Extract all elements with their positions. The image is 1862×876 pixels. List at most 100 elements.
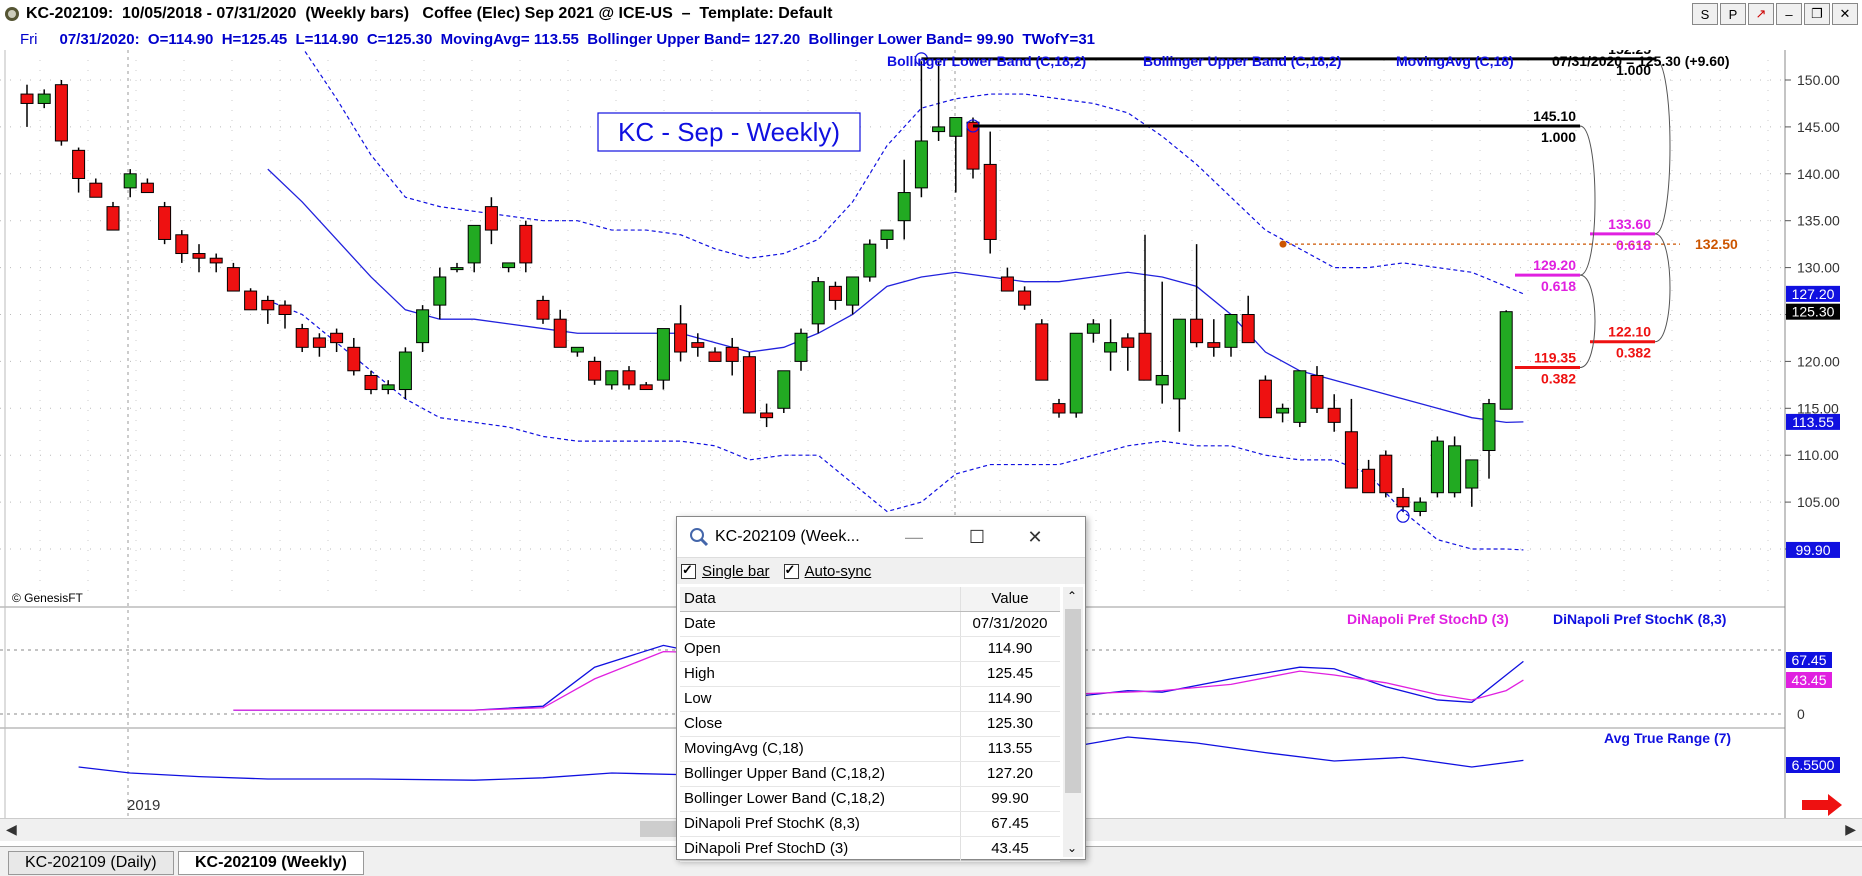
fib-level-value: 129.20 xyxy=(1533,257,1576,273)
candle-body xyxy=(846,276,860,306)
candle-body xyxy=(106,206,120,231)
row-key: Bollinger Lower Band (C,18,2) xyxy=(680,787,961,811)
table-row[interactable]: High 125.45 xyxy=(680,662,1060,687)
candle-body xyxy=(1104,342,1118,353)
p-button[interactable]: P xyxy=(1720,3,1746,25)
s-button[interactable]: S xyxy=(1692,3,1718,25)
candle-body xyxy=(1138,332,1152,381)
fib-level-value: 119.35 xyxy=(1534,349,1576,365)
row-value: 43.45 xyxy=(991,840,1029,857)
minimize-button[interactable]: – xyxy=(1776,3,1802,25)
red-arrow-icon[interactable] xyxy=(1802,794,1842,816)
scroll-down-icon[interactable]: ⌄ xyxy=(1067,841,1077,855)
candle-body xyxy=(725,346,739,362)
popout-button[interactable]: ↗ xyxy=(1748,3,1774,25)
row-key: DiNapoli Pref StochD (3) xyxy=(680,837,961,861)
candle-body xyxy=(312,337,326,348)
scroll-up-icon[interactable]: ⌃ xyxy=(1067,589,1077,603)
tab-weekly[interactable]: KC-202109 (Weekly) xyxy=(178,851,364,875)
row-key: Open xyxy=(680,637,961,661)
row-key: Date xyxy=(680,612,961,636)
candle-body xyxy=(140,182,154,194)
minimize-icon[interactable]: — xyxy=(902,525,926,549)
candle-body xyxy=(54,84,68,142)
header-data[interactable]: Data xyxy=(680,587,961,611)
fib-level-value: 122.10 xyxy=(1608,324,1651,340)
data-window[interactable]: KC-202109 (Week... — ☐ ✕ Single bar Auto… xyxy=(676,516,1086,862)
candle-body xyxy=(742,356,756,414)
header-value[interactable]: Value xyxy=(961,587,1059,611)
row-key: MovingAvg (C,18) xyxy=(680,737,961,761)
candle-body xyxy=(347,346,361,372)
row-value: 127.20 xyxy=(987,765,1033,782)
candle-body xyxy=(519,224,533,264)
candle-body xyxy=(1344,431,1358,489)
scroll-thumb[interactable] xyxy=(1065,609,1081,793)
data-window-title: KC-202109 (Week... xyxy=(715,528,860,545)
candle-body xyxy=(484,206,498,231)
data-window-titlebar[interactable]: KC-202109 (Week... — ☐ ✕ xyxy=(677,517,1085,557)
table-row[interactable]: Close 125.30 xyxy=(680,712,1060,737)
candle-body xyxy=(932,126,946,133)
table-row[interactable]: DiNapoli Pref StochK (8,3) 67.45 xyxy=(680,812,1060,837)
auto-sync-checkbox[interactable] xyxy=(783,562,799,579)
table-row[interactable]: Low 114.90 xyxy=(680,687,1060,712)
fib-level-value: 133.60 xyxy=(1608,216,1651,232)
candle-body xyxy=(381,384,395,391)
candle-body xyxy=(863,243,877,278)
price-tag-label: 113.55 xyxy=(1792,414,1834,430)
close-icon[interactable]: ✕ xyxy=(1023,525,1047,549)
candle-body xyxy=(226,267,240,292)
scroll-right-icon[interactable]: ▶ xyxy=(1845,821,1856,838)
row-key: Bollinger Upper Band (C,18,2) xyxy=(680,762,961,786)
y-tick-label: 140.00 xyxy=(1797,166,1840,182)
table-row[interactable]: DiNapoli Pref StochD (3) 43.45 xyxy=(680,837,1060,862)
data-window-scrollbar[interactable]: ⌃ ⌄ xyxy=(1063,587,1083,857)
chart-title: KC - Sep - Weekly) xyxy=(618,117,840,147)
tab-daily[interactable]: KC-202109 (Daily) xyxy=(8,851,174,875)
candle-body xyxy=(1465,459,1479,489)
candle-body xyxy=(123,173,137,189)
fib-level-ratio: 1.000 xyxy=(1541,129,1576,145)
y-tick-label: 120.00 xyxy=(1797,353,1840,369)
scroll-left-icon[interactable]: ◀ xyxy=(6,821,17,838)
row-key: Low xyxy=(680,687,961,711)
candle-body xyxy=(1362,468,1376,494)
table-row[interactable]: Date 07/31/2020 xyxy=(680,612,1060,637)
candle-body xyxy=(209,257,223,264)
candle-body xyxy=(760,412,774,419)
candle-body xyxy=(364,374,378,391)
bollinger-lower-line xyxy=(267,299,1524,551)
single-bar-label[interactable]: Single bar xyxy=(702,563,770,580)
row-value: 99.90 xyxy=(991,790,1029,807)
table-row[interactable]: MovingAvg (C,18) 113.55 xyxy=(680,737,1060,762)
atr-legend: Avg True Range (7) xyxy=(1604,730,1731,746)
row-value: 114.90 xyxy=(987,640,1033,657)
candle-body xyxy=(777,370,791,409)
fib-level-ratio: 0.382 xyxy=(1541,370,1576,386)
auto-sync-label[interactable]: Auto-sync xyxy=(805,563,872,580)
maximize-icon[interactable]: ☐ xyxy=(965,525,989,549)
stoch-legend-d: DiNapoli Pref StochD (3) xyxy=(1347,611,1509,627)
table-row[interactable]: Open 114.90 xyxy=(680,637,1060,662)
candle-body xyxy=(1327,407,1341,423)
candle-body xyxy=(1086,323,1100,334)
candle-body xyxy=(416,309,430,344)
candle-body xyxy=(330,332,344,344)
candle-body xyxy=(1069,332,1083,414)
candle-body xyxy=(1241,314,1255,344)
price-tag-label: 125.30 xyxy=(1792,304,1835,320)
restore-button[interactable]: ❐ xyxy=(1804,3,1830,25)
stoch-tag-label: 43.45 xyxy=(1791,672,1826,688)
table-row[interactable]: Bollinger Upper Band (C,18,2) 127.20 xyxy=(680,762,1060,787)
candle-body xyxy=(1121,337,1135,348)
candle-body xyxy=(966,121,980,170)
close-button[interactable]: ✕ xyxy=(1832,3,1858,25)
stoch-tag-label: 67.45 xyxy=(1791,652,1826,668)
target-label: 132.50 xyxy=(1695,236,1738,252)
stoch-legend-k: DiNapoli Pref StochK (8,3) xyxy=(1553,611,1726,627)
single-bar-checkbox[interactable] xyxy=(681,562,696,579)
candle-body xyxy=(897,192,911,222)
table-row[interactable]: Bollinger Lower Band (C,18,2) 99.90 xyxy=(680,787,1060,812)
candle-body xyxy=(158,206,172,240)
